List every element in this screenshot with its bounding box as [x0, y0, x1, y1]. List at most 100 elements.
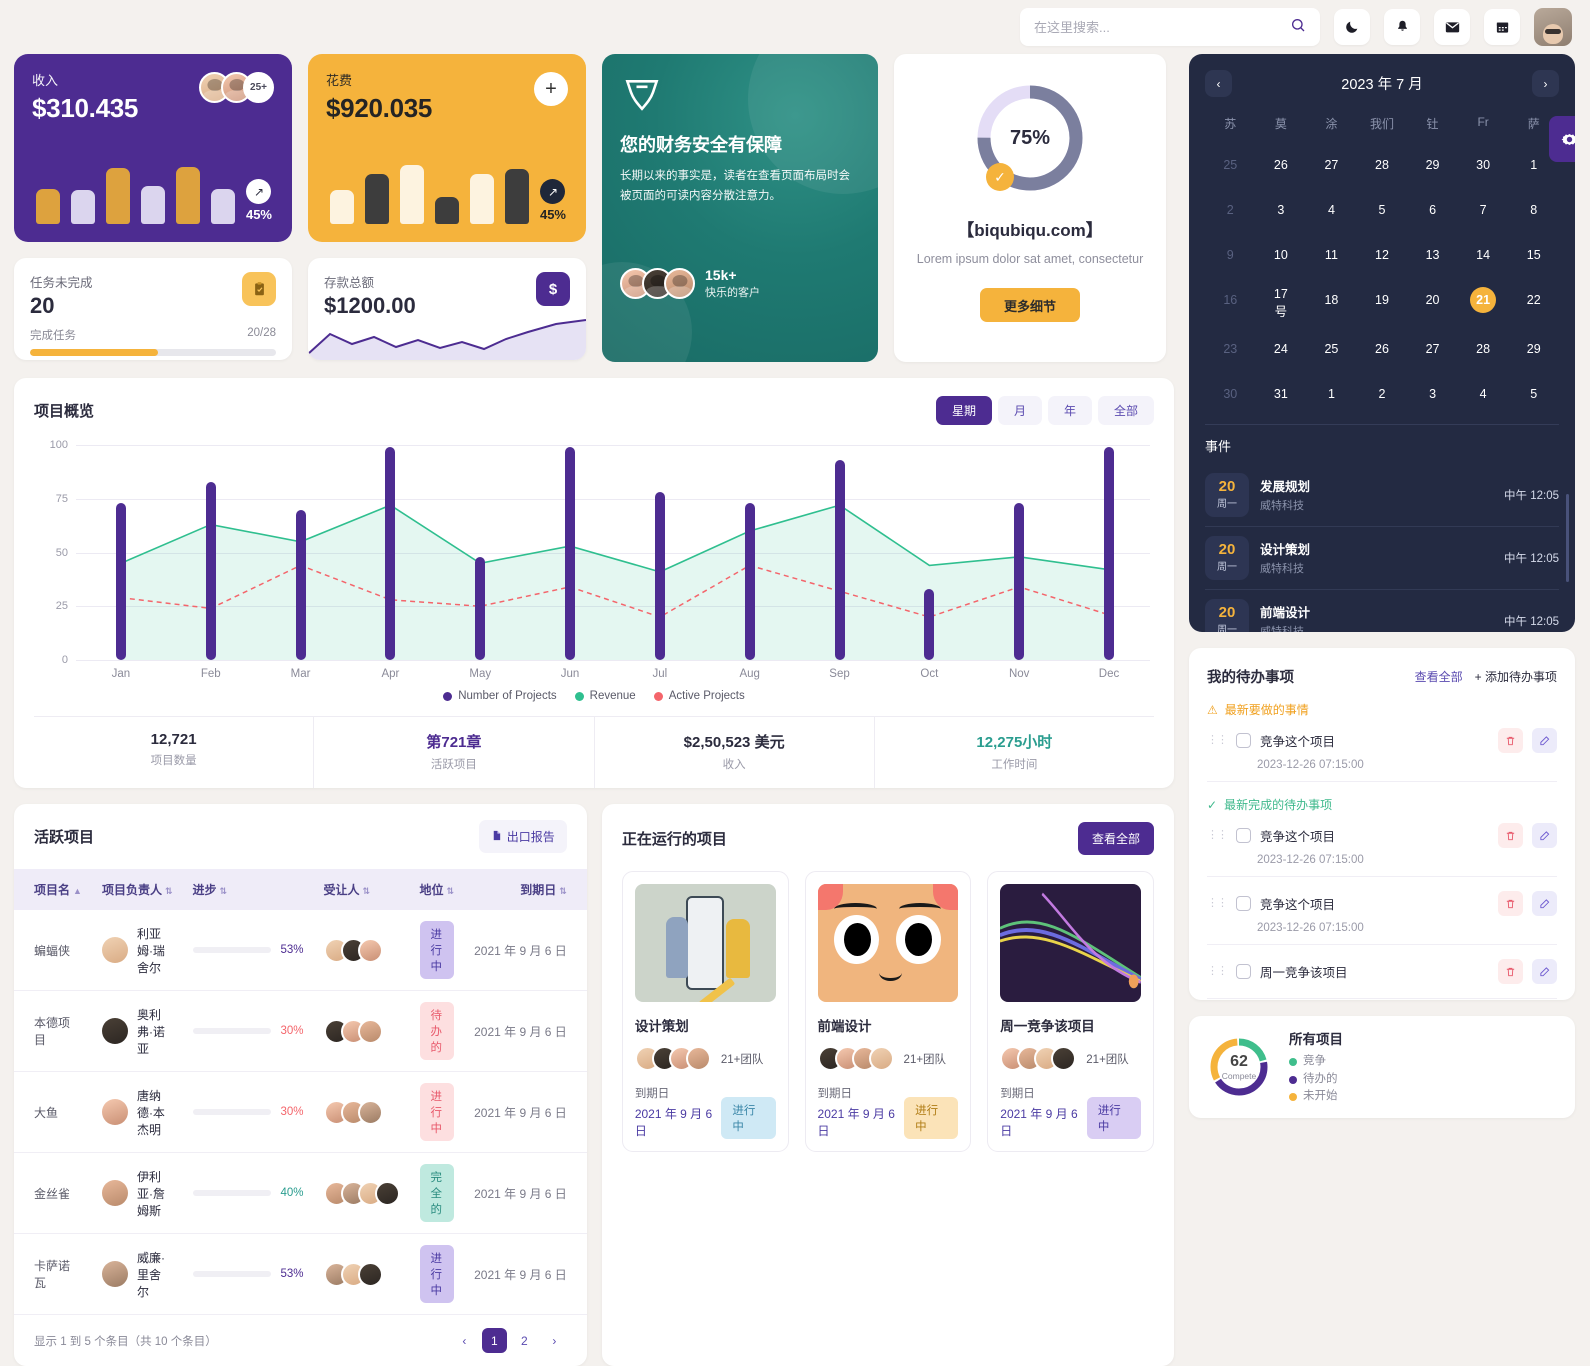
calendar-day[interactable]: 25	[1205, 145, 1256, 185]
calendar-day[interactable]: 2	[1357, 374, 1408, 414]
calendar-day[interactable]: 12	[1357, 235, 1408, 275]
calendar-day[interactable]: 14	[1458, 235, 1509, 275]
calendar-day[interactable]: 8	[1508, 190, 1559, 230]
view-all-button[interactable]: 查看全部	[1077, 822, 1154, 855]
drag-handle-icon[interactable]: ⋮⋮	[1207, 898, 1228, 909]
calendar-day[interactable]: 15	[1508, 235, 1559, 275]
table-row[interactable]: 卡萨诺瓦 威廉·里舍尔 53% 进行中 2021 年 9 月 6 日	[14, 1233, 587, 1315]
pagination-page-1[interactable]: 1	[481, 1328, 507, 1353]
calendar-day[interactable]: 20	[1407, 280, 1458, 324]
pencil-icon[interactable]	[1532, 823, 1557, 848]
running-project-item[interactable]: 周一竞争该项目 21+团队 到期日 2021 年 9 月 6 日进行中	[987, 871, 1155, 1152]
sort-icon[interactable]: ▲	[73, 886, 82, 896]
todo-checkbox[interactable]	[1236, 964, 1251, 979]
calendar-day[interactable]: 31	[1256, 374, 1307, 414]
calendar-day[interactable]: 1	[1306, 374, 1357, 414]
todo-view-all[interactable]: 查看全部	[1415, 668, 1463, 685]
calendar-day[interactable]: 18	[1306, 280, 1357, 324]
table-row[interactable]: 金丝雀 伊利亚·詹姆斯 40% 完全的 2021 年 9 月 6 日	[14, 1152, 587, 1234]
calendar-day[interactable]: 26	[1357, 329, 1408, 369]
calendar-day[interactable]: 23	[1205, 329, 1256, 369]
range-tab-2[interactable]: 年	[1047, 396, 1092, 425]
range-tab-1[interactable]: 月	[997, 396, 1042, 425]
plus-icon[interactable]: +	[534, 72, 568, 106]
event-item[interactable]: 20 周一 前端设计 威特科技 中午 12:05	[1205, 590, 1559, 632]
pencil-icon[interactable]	[1532, 891, 1557, 916]
pagination-page-2[interactable]: 2	[512, 1328, 537, 1353]
pagination[interactable]: ‹ 1 2 ›	[452, 1328, 567, 1353]
table-column-3[interactable]: 受让人 ⇅	[314, 869, 410, 910]
running-project-item[interactable]: 前端设计 21+团队 到期日 2021 年 9 月 6 日进行中	[804, 871, 972, 1152]
event-item[interactable]: 20 周一 发展规划 威特科技 中午 12:05	[1205, 464, 1559, 527]
range-tab-0[interactable]: 星期	[935, 396, 992, 425]
calendar-day[interactable]: 5	[1508, 374, 1559, 414]
calendar-day[interactable]: 16	[1205, 280, 1256, 324]
drag-handle-icon[interactable]: ⋮⋮	[1207, 966, 1228, 977]
calendar-day[interactable]: 3	[1407, 374, 1458, 414]
scrollbar[interactable]	[1566, 494, 1569, 582]
sort-icon[interactable]: ⇅	[447, 886, 455, 896]
calendar-day[interactable]: 22	[1508, 280, 1559, 324]
calendar-day[interactable]: 25	[1306, 329, 1357, 369]
running-project-item[interactable]: 设计策划 21+团队 到期日 2021 年 9 月 6 日进行中	[621, 871, 789, 1152]
bell-icon[interactable]	[1384, 9, 1420, 45]
trash-icon[interactable]	[1498, 728, 1523, 753]
calendar-day[interactable]: 24	[1256, 329, 1307, 369]
calendar-grid[interactable]: 苏莫涂我们钍 Fr 萨 25 26 27 28 29 30 1 2 3 4 5 6 7 8 9 10 11 12 13 14…	[1205, 109, 1559, 414]
chevron-right-icon[interactable]: ›	[1531, 70, 1559, 97]
table-column-0[interactable]: 项目名 ▲	[14, 869, 92, 910]
pencil-icon[interactable]	[1532, 728, 1557, 753]
calendar-icon[interactable]	[1484, 9, 1520, 45]
todo-checkbox[interactable]	[1236, 896, 1251, 911]
calendar-day[interactable]: 13	[1407, 235, 1458, 275]
trash-icon[interactable]	[1498, 891, 1523, 916]
export-report-button[interactable]: 出口报告	[478, 820, 567, 853]
pencil-icon[interactable]	[1532, 959, 1557, 984]
table-row[interactable]: 蝙蝠侠 利亚姆·瑞舍尔 53% 进行中 2021 年 9 月 6 日	[14, 910, 587, 991]
sort-icon[interactable]: ⇅	[363, 886, 371, 896]
chevron-left-icon[interactable]: ‹	[1205, 70, 1232, 97]
calendar-day[interactable]: 4	[1306, 190, 1357, 230]
gear-icon[interactable]	[1549, 116, 1575, 162]
drag-handle-icon[interactable]: ⋮⋮	[1207, 830, 1228, 841]
table-row[interactable]: 本德项目 奥利弗·诺亚 30% 待办的 2021 年 9 月 6 日	[14, 990, 587, 1072]
revenue-avatars[interactable]: 25+	[199, 72, 274, 103]
range-tab-group[interactable]: 星期月年全部	[935, 396, 1154, 425]
trash-icon[interactable]	[1498, 823, 1523, 848]
trash-icon[interactable]	[1498, 959, 1523, 984]
table-column-2[interactable]: 进步 ⇅	[183, 869, 314, 910]
calendar-day[interactable]: 28	[1357, 145, 1408, 185]
sort-icon[interactable]: ⇅	[220, 886, 228, 896]
sort-icon[interactable]: ⇅	[165, 886, 173, 896]
calendar-day[interactable]: 9	[1205, 235, 1256, 275]
calendar-day[interactable]: 5	[1357, 190, 1408, 230]
sort-icon[interactable]: ⇅	[559, 886, 567, 896]
table-column-4[interactable]: 地位 ⇅	[410, 869, 465, 910]
calendar-day[interactable]: 10	[1256, 235, 1307, 275]
calendar-day[interactable]: 4	[1458, 374, 1509, 414]
calendar-day[interactable]: 3	[1256, 190, 1307, 230]
moon-icon[interactable]	[1334, 9, 1370, 45]
pagination-prev[interactable]: ‹	[452, 1328, 477, 1353]
calendar-day[interactable]: 28	[1458, 329, 1509, 369]
calendar-day[interactable]: 29	[1407, 145, 1458, 185]
table-column-5[interactable]: 到期日 ⇅	[464, 869, 587, 910]
calendar-day[interactable]: 11	[1306, 235, 1357, 275]
more-details-button[interactable]: 更多细节	[980, 288, 1080, 323]
table-row[interactable]: 大鱼 唐纳德·本杰明 30% 进行中 2021 年 9 月 6 日	[14, 1071, 587, 1153]
mail-icon[interactable]	[1434, 9, 1470, 45]
calendar-day[interactable]: 30	[1205, 374, 1256, 414]
table-column-1[interactable]: 项目负责人 ⇅	[92, 869, 183, 910]
todo-checkbox[interactable]	[1236, 733, 1251, 748]
calendar-day[interactable]: 21	[1458, 280, 1509, 324]
drag-handle-icon[interactable]: ⋮⋮	[1207, 735, 1228, 746]
calendar-day[interactable]: 6	[1407, 190, 1458, 230]
calendar-day[interactable]: 30	[1458, 145, 1509, 185]
calendar-day[interactable]: 2	[1205, 190, 1256, 230]
calendar-day[interactable]: 29	[1508, 329, 1559, 369]
calendar-day[interactable]: 19	[1357, 280, 1408, 324]
calendar-day[interactable]: 26	[1256, 145, 1307, 185]
calendar-day[interactable]: 27	[1407, 329, 1458, 369]
avatar[interactable]	[1534, 8, 1572, 46]
calendar-day[interactable]: 17 号	[1256, 280, 1307, 324]
